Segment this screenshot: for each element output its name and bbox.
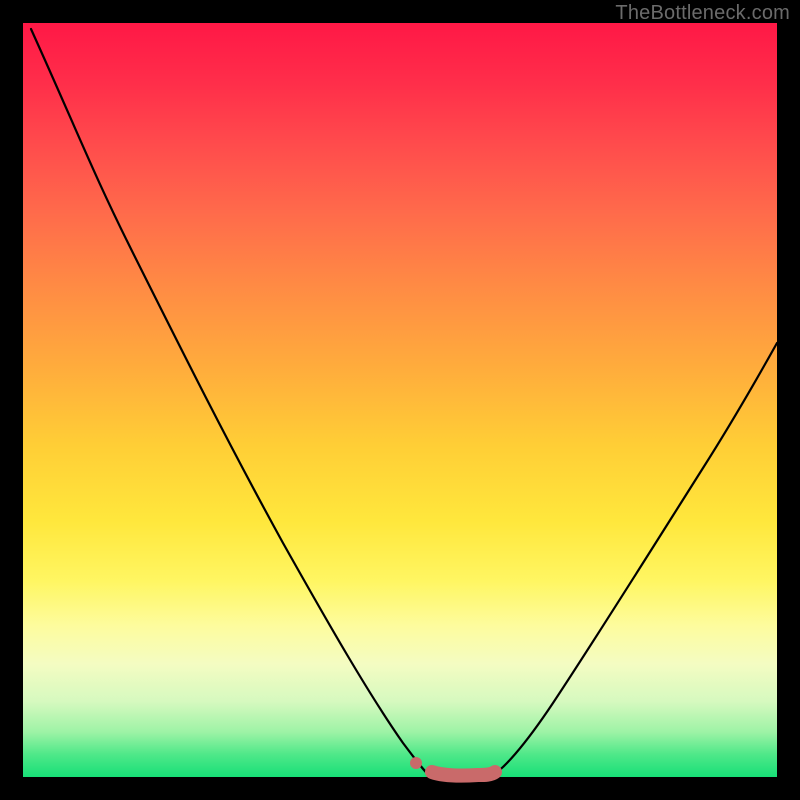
- curve-left-branch: [31, 29, 429, 775]
- valley-marker-stroke: [432, 772, 495, 776]
- chart-frame: TheBottleneck.com: [0, 0, 800, 800]
- plot-area: [23, 23, 777, 777]
- curve-right-branch: [493, 343, 777, 775]
- valley-marker-dot: [410, 757, 422, 769]
- watermark-text: TheBottleneck.com: [615, 2, 790, 25]
- curve-layer: [23, 23, 777, 777]
